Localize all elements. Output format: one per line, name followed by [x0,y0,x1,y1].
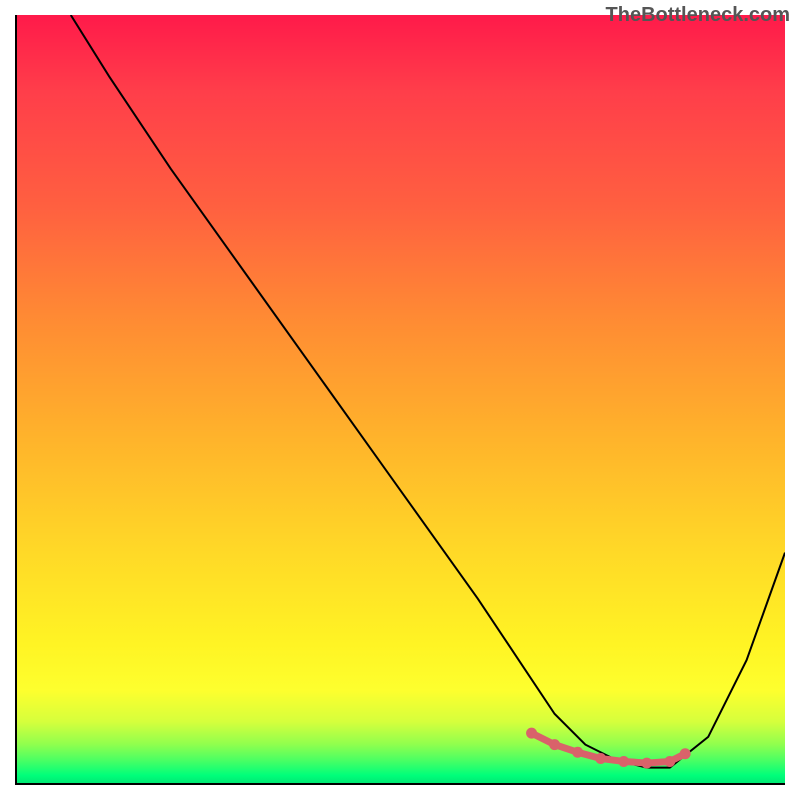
optimal-zone-markers [526,728,691,769]
optimal-marker-dot [595,753,606,764]
watermark-text: TheBottleneck.com [606,4,790,27]
optimal-marker-dot [572,747,583,758]
optimal-marker-dot [549,739,560,750]
bottleneck-curve-line [71,15,785,768]
optimal-marker-dot [526,728,537,739]
optimal-marker-dot [641,758,652,769]
chart-plot-area [15,15,785,785]
optimal-marker-dot [680,748,691,759]
optimal-marker-dot [618,756,629,767]
chart-svg [17,15,785,783]
optimal-marker-dot [664,756,675,767]
